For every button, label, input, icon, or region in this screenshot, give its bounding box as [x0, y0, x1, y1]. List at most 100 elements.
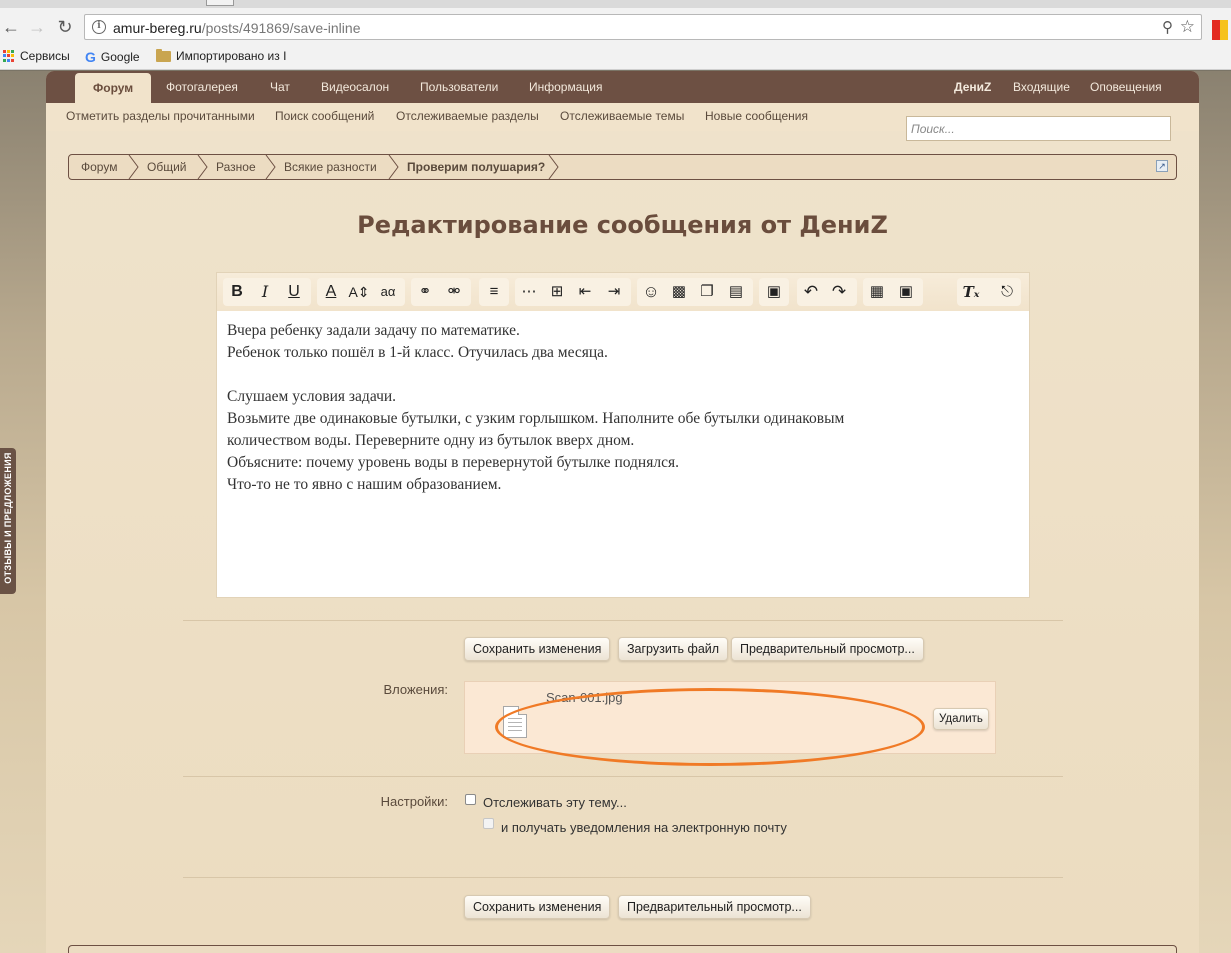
editor-line: Слушаем условия задачи. — [227, 388, 397, 405]
breadcrumb-general[interactable]: Общий — [147, 155, 187, 179]
bookmark-star-icon[interactable]: ☆ — [1180, 17, 1195, 37]
tab-info[interactable]: Информация — [529, 71, 602, 103]
camera-outline-icon[interactable]: ▣ — [895, 278, 917, 306]
bold-icon[interactable]: B — [226, 278, 248, 306]
breadcrumb-misc[interactable]: Разное — [216, 155, 256, 179]
browser-tabstrip — [0, 0, 1231, 8]
bulleted-list-icon[interactable]: ⋯ — [518, 278, 540, 306]
email-notify-label[interactable]: и получать уведомления на электронную по… — [501, 820, 787, 835]
forward-arrow-icon[interactable]: → — [26, 16, 48, 38]
upload-file-button[interactable]: Загрузить файл — [618, 637, 729, 661]
email-notify-checkbox[interactable] — [483, 818, 494, 829]
page-title: Редактирование сообщения от ДениZ — [357, 211, 888, 239]
underline-icon[interactable]: U — [283, 278, 305, 306]
watched-threads-link[interactable]: Отслеживаемые темы — [560, 109, 684, 123]
watch-thread-checkbox[interactable] — [465, 794, 476, 805]
search-messages-link[interactable]: Поиск сообщений — [275, 109, 374, 123]
breadcrumb-separator-icon — [388, 155, 399, 179]
inbox-link[interactable]: Входящие — [1013, 71, 1070, 103]
tab-photogallery[interactable]: Фотогалерея — [166, 71, 238, 103]
alerts-link[interactable]: Оповещения — [1090, 71, 1162, 103]
breadcrumb: Форум Общий Разное Всякие разности Прове… — [68, 154, 1177, 180]
editor-content[interactable]: Вчера ребенку задали задачу по математик… — [227, 320, 1017, 496]
photo-frame-icon[interactable]: ▦ — [866, 278, 888, 306]
apps-grid-icon — [3, 50, 15, 62]
breadcrumb-separator-icon — [265, 155, 276, 179]
editor-line: Что-то не то явно с нашим образованием. — [227, 476, 502, 493]
reload-icon[interactable]: ↻ — [54, 16, 76, 38]
preview-button-bottom[interactable]: Предварительный просмотр... — [618, 895, 811, 919]
address-url: amur-bereg.ru/posts/491869/save-inline — [113, 20, 361, 36]
insert-more-icon[interactable]: ▤ — [725, 278, 747, 306]
preview-button[interactable]: Предварительный просмотр... — [731, 637, 924, 661]
editor-line: Объясните: почему уровень воды в перевер… — [227, 454, 679, 471]
message-editor[interactable]: B I U A A⇕ aα ⚭ ⚮ ≡ ⋯ ⊞ ⇤ ⇥ ☺ ▩ ❐ ▤ ▣ ↶ … — [216, 272, 1030, 598]
popout-icon[interactable]: ↗ — [1156, 160, 1168, 172]
editor-line: Ребенок только пошёл в 1-й класс. Отучил… — [227, 344, 608, 361]
breadcrumb-various[interactable]: Всякие разности — [284, 155, 377, 179]
editor-toolbar: B I U A A⇕ aα ⚭ ⚮ ≡ ⋯ ⊞ ⇤ ⇥ ☺ ▩ ❐ ▤ ▣ ↶ … — [217, 273, 1029, 311]
link-icon[interactable]: ⚭ — [414, 278, 436, 306]
tab-users[interactable]: Пользователи — [420, 71, 498, 103]
save-changes-button[interactable]: Сохранить изменения — [464, 637, 611, 661]
save-changes-button-bottom[interactable]: Сохранить изменения — [464, 895, 611, 919]
tab-forum[interactable]: Форум — [75, 73, 152, 103]
editor-line: Возьмите две одинаковые бутылки, с узким… — [227, 410, 845, 427]
delete-attachment-button[interactable]: Удалить — [933, 708, 989, 730]
toggle-bbcode-icon[interactable]: ⎋ — [996, 278, 1018, 306]
zoom-icon[interactable]: ⚲ — [1162, 18, 1173, 36]
camera-icon[interactable]: ▣ — [763, 278, 785, 306]
numbered-list-icon[interactable]: ⊞ — [546, 278, 568, 306]
editor-line: количеством воды. Переверните одну из бу… — [227, 432, 635, 449]
breadcrumb-separator-icon — [128, 155, 139, 179]
google-g-icon: G — [85, 49, 96, 65]
align-left-icon[interactable]: ≡ — [483, 278, 505, 306]
text-color-icon[interactable]: A — [320, 278, 342, 306]
redo-icon[interactable]: ↷ — [828, 278, 850, 306]
extension-flag-icon[interactable] — [1212, 20, 1231, 40]
undo-icon[interactable]: ↶ — [800, 278, 822, 306]
user-menu[interactable]: ДениZ — [954, 71, 991, 103]
divider — [183, 776, 1063, 777]
bookmark-google[interactable]: G Google — [85, 49, 140, 65]
breadcrumb-separator-icon — [548, 155, 559, 179]
address-bar[interactable]: i amur-bereg.ru/posts/491869/save-inline… — [84, 14, 1202, 40]
breadcrumb-separator-icon — [197, 155, 208, 179]
search-input[interactable]: Поиск... — [906, 116, 1171, 141]
annotation-ellipse — [495, 688, 925, 766]
watched-forums-link[interactable]: Отслеживаемые разделы — [396, 109, 539, 123]
editor-line — [227, 364, 1017, 386]
font-size-icon[interactable]: A⇕ — [348, 278, 370, 306]
remove-format-icon[interactable]: Tₓ — [960, 278, 982, 306]
back-arrow-icon[interactable]: ← — [0, 16, 22, 38]
unlink-icon[interactable]: ⚮ — [443, 278, 465, 306]
breadcrumb-current-thread[interactable]: Проверим полушария? — [407, 155, 545, 179]
bookmark-imported-folder[interactable]: Импортировано из I — [156, 48, 286, 63]
site-info-icon[interactable]: i — [92, 20, 106, 34]
media-icon[interactable]: ❐ — [696, 278, 718, 306]
settings-label: Настройки: — [380, 794, 448, 809]
divider — [183, 877, 1063, 878]
indent-icon[interactable]: ⇥ — [603, 278, 625, 306]
breadcrumb-forum[interactable]: Форум — [81, 155, 117, 179]
watch-thread-label[interactable]: Отслеживать эту тему... — [483, 795, 627, 810]
top-navigation: Форум Фотогалерея Чат Видеосалон Пользов… — [46, 71, 1199, 103]
italic-icon[interactable]: I — [254, 278, 276, 306]
new-posts-link[interactable]: Новые сообщения — [705, 109, 808, 123]
browser-new-tab[interactable] — [206, 0, 234, 6]
feedback-side-tab[interactable]: ОТЗЫВЫ И ПРЕДЛОЖЕНИЯ — [0, 448, 16, 594]
bookmarks-bar: Сервисы G Google Импортировано из I — [0, 44, 1231, 70]
forum-wrapper: Форум Фотогалерея Чат Видеосалон Пользов… — [46, 71, 1199, 953]
attachments-label: Вложения: — [383, 682, 448, 697]
smilies-icon[interactable]: ☺ — [640, 278, 662, 306]
bookmark-apps[interactable]: Сервисы — [3, 49, 70, 63]
image-icon[interactable]: ▩ — [668, 278, 690, 306]
tab-video[interactable]: Видеосалон — [321, 71, 389, 103]
mark-forums-read-link[interactable]: Отметить разделы прочитанными — [66, 109, 255, 123]
tab-chat[interactable]: Чат — [270, 71, 290, 103]
folder-icon — [156, 48, 171, 62]
font-family-icon[interactable]: aα — [377, 278, 399, 306]
bottom-breadcrumb — [68, 945, 1177, 953]
outdent-icon[interactable]: ⇤ — [574, 278, 596, 306]
divider — [183, 620, 1063, 621]
